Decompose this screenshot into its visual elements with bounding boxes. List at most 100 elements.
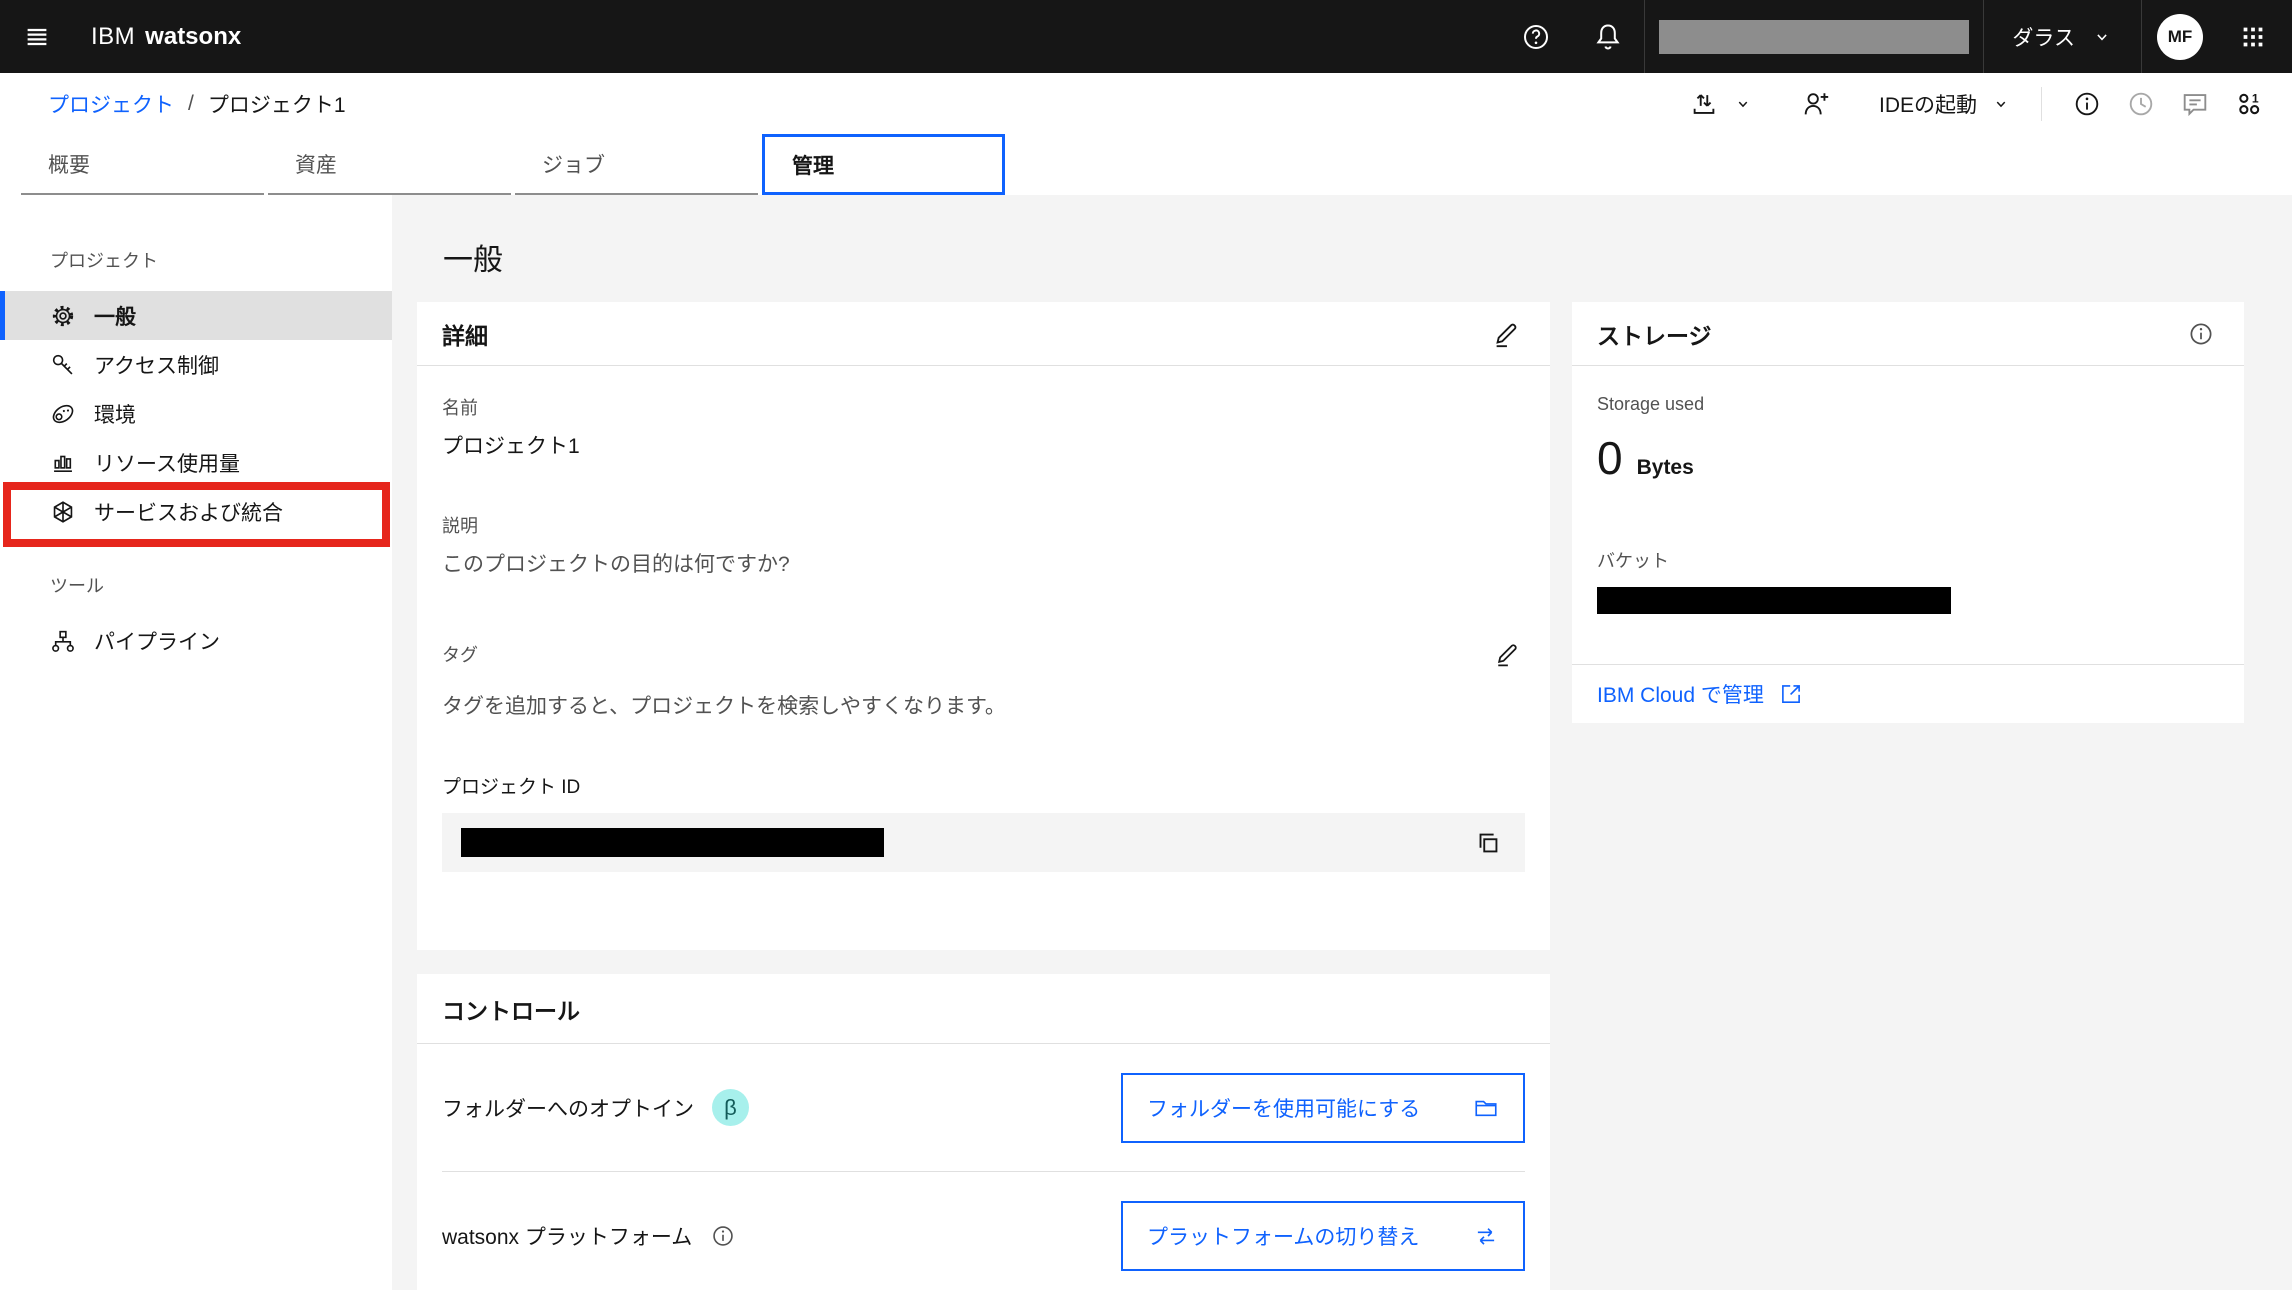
chevron-down-icon [1733, 94, 1753, 114]
info-icon [710, 1223, 736, 1249]
history-clock-icon [2126, 89, 2156, 119]
toolbar-divider [2041, 87, 2042, 121]
launch-ide-button[interactable]: IDEの起動 [1867, 80, 2023, 128]
name-value: プロジェクト1 [442, 430, 1525, 460]
bell-icon [1592, 21, 1624, 53]
beta-badge: β [712, 1089, 749, 1126]
project-tabs: 概要 資産 ジョブ 管理 [0, 134, 2292, 195]
switch-platform-button[interactable]: プラットフォームの切り替え [1121, 1201, 1525, 1271]
tags-hint: タグを追加すると、プロジェクトを検索しやすくなります。 [442, 690, 1525, 720]
storage-used-unit: Bytes [1637, 456, 1694, 480]
storage-used-label: Storage used [1597, 394, 2219, 415]
tab-label: ジョブ [542, 149, 605, 179]
info-panel-button[interactable] [2060, 80, 2114, 128]
sidebar-item-label: リソース使用量 [94, 448, 240, 478]
breadcrumb-separator: / [188, 92, 194, 116]
import-export-button[interactable] [1677, 80, 1765, 128]
account-name-redacted [1659, 20, 1969, 54]
help-button[interactable] [1500, 0, 1572, 73]
enable-folders-label: フォルダーを使用可能にする [1147, 1093, 1420, 1123]
folders-opt-in-label: フォルダーへのオプトイン [442, 1093, 694, 1123]
app-switcher-grid-icon [2238, 22, 2268, 52]
details-card: 詳細 名前 プロジェクト1 説明 このプロジェクトの目的は [417, 302, 1550, 950]
services-wheel-icon [50, 499, 76, 525]
manage-in-ibm-cloud-link[interactable]: IBM Cloud で管理 [1597, 679, 1804, 709]
sidebar-item-access-control[interactable]: アクセス制御 [0, 340, 392, 389]
user-add-icon [1801, 89, 1831, 119]
tab-label: 管理 [792, 150, 834, 180]
upload-download-icon [1689, 89, 1719, 119]
tab-overview[interactable]: 概要 [21, 134, 264, 195]
tab-assets[interactable]: 資産 [268, 134, 511, 195]
app-switcher-button[interactable] [2218, 0, 2288, 73]
controls-card: コントロール フォルダーへのオプトイン β フォルダーを使用可能にする [417, 974, 1550, 1290]
bar-chart-icon [50, 450, 76, 476]
recent-activity-button[interactable] [2114, 80, 2168, 128]
switch-platform-label: プラットフォームの切り替え [1147, 1221, 1419, 1251]
circles-count-icon: 1 [2234, 89, 2264, 119]
asset-count-button[interactable]: 1 [2222, 80, 2276, 128]
comments-button[interactable] [2168, 80, 2222, 128]
avatar[interactable]: MF [2157, 14, 2203, 60]
sidebar-item-general[interactable]: 一般 [0, 291, 392, 340]
folders-opt-in-row: フォルダーへのオプトイン β フォルダーを使用可能にする [417, 1044, 1550, 1171]
key-icon [50, 352, 76, 378]
folder-icon [1473, 1095, 1499, 1121]
add-collaborator-button[interactable] [1789, 80, 1843, 128]
tags-label: タグ [442, 641, 478, 667]
project-toolbar: IDEの起動 [1677, 80, 2276, 128]
launch-ide-label: IDEの起動 [1879, 89, 1977, 119]
tab-jobs[interactable]: ジョブ [515, 134, 758, 195]
manage-sidebar: プロジェクト 一般 アクセス制御 [0, 195, 392, 1290]
sidebar-item-pipelines[interactable]: パイプライン [0, 616, 392, 665]
app-window: IBM watsonx ダラス [0, 0, 2292, 1290]
external-link-icon [1778, 681, 1804, 707]
help-icon [1520, 21, 1552, 53]
enable-folders-button[interactable]: フォルダーを使用可能にする [1121, 1073, 1525, 1143]
environment-icon [50, 401, 76, 427]
sidebar-item-resource-usage[interactable]: リソース使用量 [0, 438, 392, 487]
avatar-initials: MF [2168, 27, 2193, 47]
sidebar-section-project: プロジェクト [0, 251, 392, 271]
gear-icon [50, 303, 76, 329]
brand-product: watsonx [145, 23, 241, 51]
chevron-down-icon [1991, 94, 2011, 114]
storage-card: ストレージ Storage used 0 [1572, 302, 2244, 723]
details-card-title: 詳細 [442, 317, 488, 351]
watsonx-platform-label: watsonx プラットフォーム [442, 1221, 692, 1251]
tab-manage[interactable]: 管理 [762, 134, 1005, 195]
bucket-label: バケット [1597, 547, 2219, 573]
info-icon [2072, 89, 2102, 119]
breadcrumb-current: プロジェクト1 [208, 89, 346, 119]
storage-card-title: ストレージ [1597, 317, 1712, 351]
info-icon [2187, 320, 2215, 348]
sidebar-item-label: 環境 [94, 399, 136, 429]
description-label: 説明 [442, 512, 1525, 538]
chevron-down-icon [2091, 26, 2113, 48]
region-selector[interactable]: ダラス [1984, 0, 2141, 73]
hamburger-menu-button[interactable] [0, 0, 73, 73]
top-header: IBM watsonx ダラス [0, 0, 2292, 73]
svg-text:1: 1 [2252, 91, 2259, 105]
brand-logo: IBM watsonx [91, 23, 241, 51]
edit-details-button[interactable] [1487, 315, 1525, 353]
sidebar-item-label: パイプライン [94, 626, 220, 656]
storage-info-button[interactable] [2183, 316, 2219, 352]
tab-label: 資産 [295, 149, 337, 179]
breadcrumb-projects-link[interactable]: プロジェクト [48, 89, 174, 119]
pipeline-icon [50, 628, 76, 654]
notifications-button[interactable] [1572, 0, 1644, 73]
chat-icon [2180, 89, 2210, 119]
breadcrumb-row: プロジェクト / プロジェクト1 [0, 73, 2292, 134]
edit-tags-button[interactable] [1489, 636, 1525, 672]
sidebar-item-label: 一般 [94, 301, 136, 331]
project-id-field [442, 813, 1525, 872]
pencil-edit-icon [1493, 640, 1521, 668]
controls-card-title: コントロール [442, 992, 580, 1026]
sidebar-item-services-integrations[interactable]: サービスおよび統合 [0, 487, 392, 536]
sidebar-item-environments[interactable]: 環境 [0, 389, 392, 438]
sidebar-section-tools: ツール [0, 576, 392, 596]
page-title: 一般 [443, 235, 503, 279]
copy-project-id-button[interactable] [1469, 824, 1507, 862]
manage-link-label: IBM Cloud で管理 [1597, 679, 1764, 709]
